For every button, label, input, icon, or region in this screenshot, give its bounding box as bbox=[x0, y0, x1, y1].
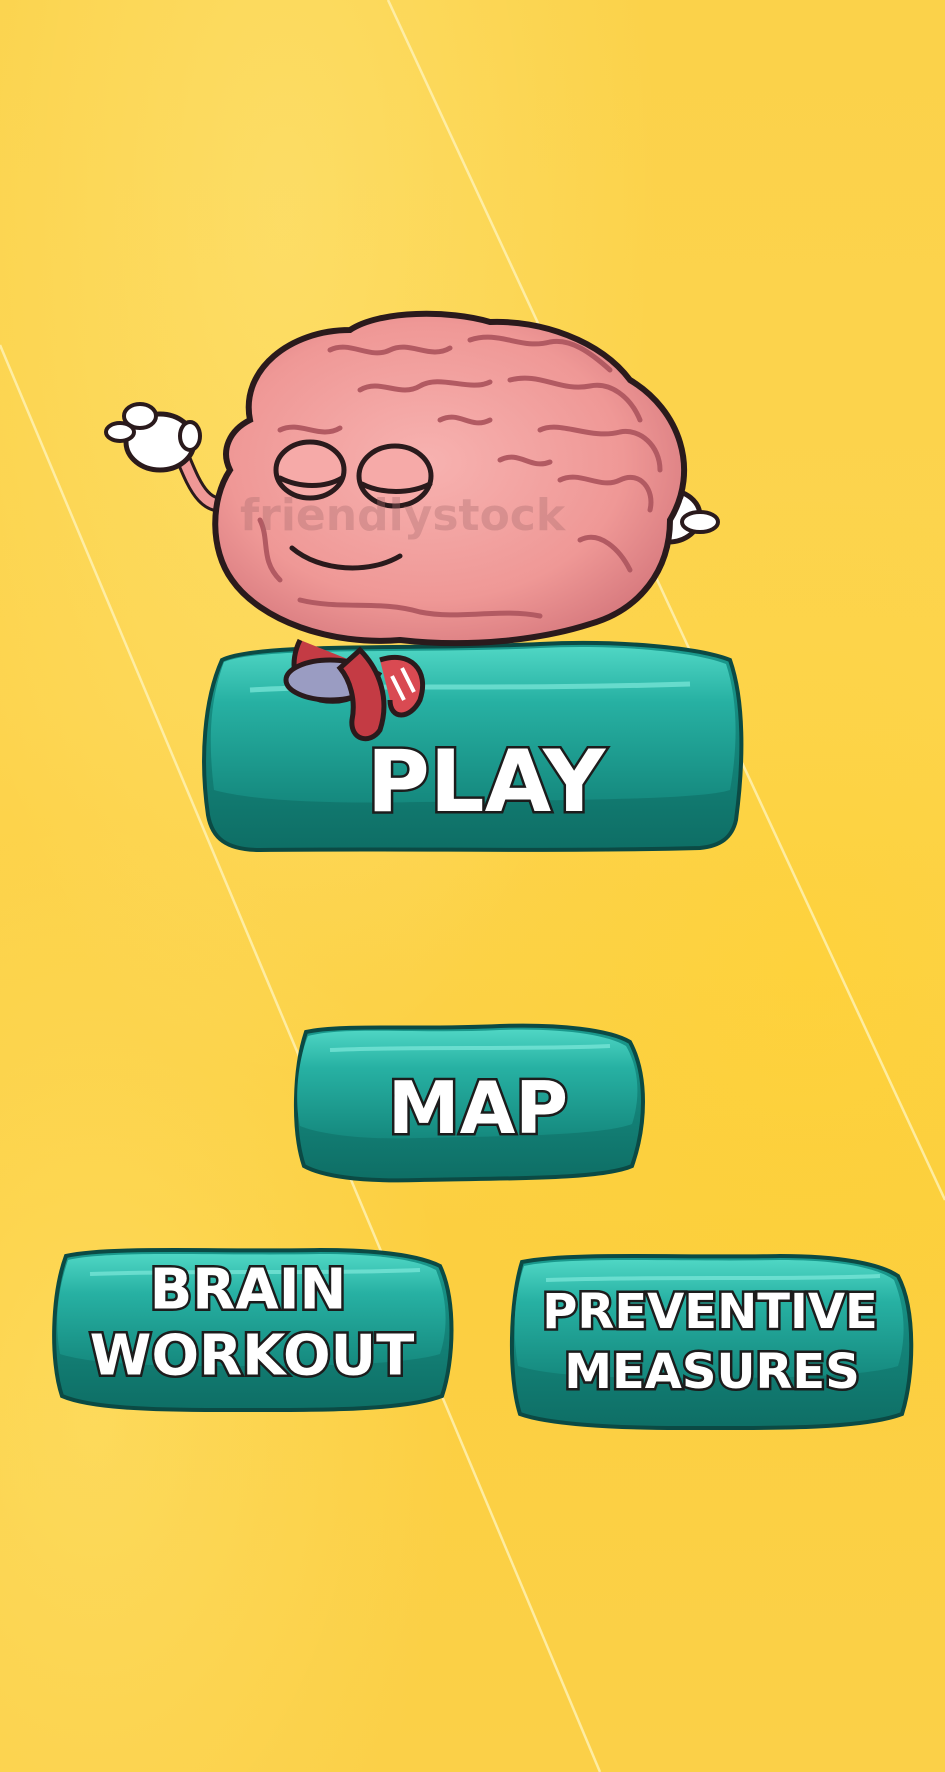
brain-workout-button-label-line2: WORKOUT bbox=[90, 1324, 415, 1389]
menu-canvas: PLAY friendlystock MAP BRAIN WORKOUT PRE… bbox=[0, 0, 945, 1772]
left-glove-icon bbox=[104, 402, 202, 473]
brain-workout-button-label-line1: BRAIN bbox=[150, 1258, 347, 1323]
play-button[interactable]: PLAY bbox=[202, 640, 744, 853]
watermark-text: friendlystock bbox=[240, 490, 567, 541]
play-button-label: PLAY bbox=[367, 732, 607, 832]
background-streaks bbox=[0, 0, 945, 1772]
map-button[interactable]: MAP bbox=[294, 1023, 645, 1183]
preventive-measures-button[interactable]: PREVENTIVE MEASURES bbox=[509, 1253, 914, 1431]
map-button-label: MAP bbox=[388, 1066, 568, 1150]
preventive-measures-button-label-line2: MEASURES bbox=[564, 1344, 860, 1400]
game-menu-screen: PLAY friendlystock MAP BRAIN WORKOUT PRE… bbox=[0, 0, 945, 1772]
brain-workout-button[interactable]: BRAIN WORKOUT bbox=[52, 1247, 454, 1413]
preventive-measures-button-label-line1: PREVENTIVE bbox=[542, 1284, 878, 1340]
